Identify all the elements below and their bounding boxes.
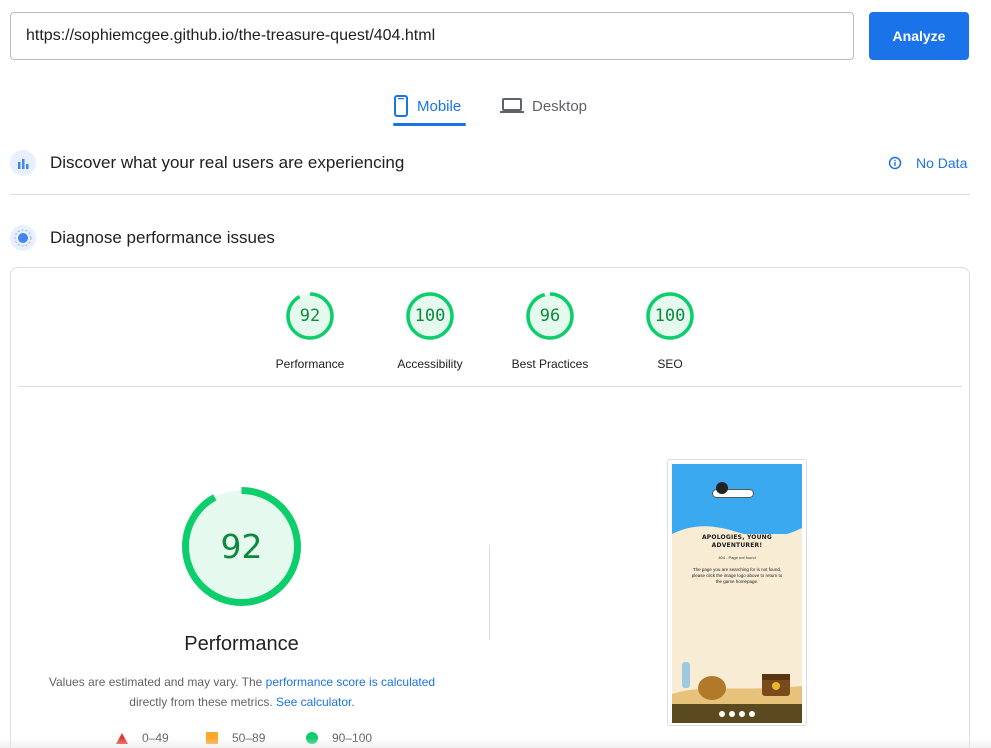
gauge-seo-value: 100 <box>654 306 686 326</box>
users-chart-icon <box>10 150 36 176</box>
treasure-illustration <box>672 662 802 704</box>
gauge-performance-value: 92 <box>299 306 321 326</box>
instagram-icon <box>749 710 755 717</box>
screenshot-screen: APOLOGIES, YOUNG ADVENTURER! 404 - Page … <box>672 464 802 723</box>
smartphone-icon <box>394 95 408 117</box>
gauge-best-practices-value: 96 <box>539 306 561 326</box>
laptop-icon <box>500 98 524 113</box>
performance-score-large: 92 <box>220 527 263 566</box>
gauge-best-practices-label: Best Practices <box>511 357 589 371</box>
gauge-seo[interactable]: 100 SEO <box>610 291 730 371</box>
gauge-performance-label: Performance <box>275 357 345 371</box>
gauge-accessibility-value: 100 <box>414 306 446 326</box>
gauge-accessibility[interactable]: 100 Accessibility <box>370 291 490 371</box>
no-data-label: No Data <box>916 155 968 171</box>
pirate-icon <box>716 482 728 494</box>
lighthouse-icon <box>10 225 36 251</box>
disclaimer-text-middle: directly from these metrics. <box>129 695 276 709</box>
performance-title: Performance <box>184 633 299 655</box>
linkedin-icon <box>739 710 745 717</box>
gauge-best-practices[interactable]: 96 Best Practices <box>490 291 610 371</box>
info-icon <box>888 156 902 170</box>
page-screenshot-thumbnail[interactable]: APOLOGIES, YOUNG ADVENTURER! 404 - Page … <box>667 459 807 726</box>
screenshot-subtitle: 404 - Page not found <box>718 555 756 560</box>
card-divider <box>18 386 962 387</box>
scroll-shadow <box>0 738 991 748</box>
url-input[interactable] <box>10 12 854 60</box>
screenshot-footer <box>672 704 802 723</box>
gauge-performance[interactable]: 92 Performance <box>250 291 370 371</box>
screenshot-body: The page you are searching for is not fo… <box>691 567 783 584</box>
disclaimer-text-prefix: Values are estimated and may vary. The <box>48 675 266 689</box>
twitter-icon <box>729 710 735 717</box>
score-calculated-link[interactable]: performance score is calculated <box>266 675 435 689</box>
gauge-accessibility-label: Accessibility <box>397 357 463 371</box>
vertical-divider <box>489 545 490 640</box>
tab-mobile-label: Mobile <box>417 97 462 115</box>
gauge-seo-label: SEO <box>657 357 683 371</box>
tab-mobile[interactable]: Mobile <box>393 86 461 126</box>
tab-desktop-label: Desktop <box>532 97 588 115</box>
tab-active-indicator <box>393 123 466 126</box>
screenshot-heading: APOLOGIES, YOUNG ADVENTURER! <box>701 534 773 549</box>
tab-desktop[interactable]: Desktop <box>500 86 587 126</box>
diagnose-title: Diagnose performance issues <box>50 228 275 247</box>
field-data-title: Discover what your real users are experi… <box>50 153 405 172</box>
field-data-section: Discover what your real users are experi… <box>10 150 404 176</box>
see-calculator-link[interactable]: See calculator <box>276 695 351 709</box>
diagnose-section: Diagnose performance issues <box>10 225 275 251</box>
disclaimer-text-suffix: . <box>351 695 355 709</box>
no-data-link[interactable]: No Data <box>888 155 967 171</box>
facebook-icon <box>719 710 725 717</box>
section-divider <box>10 194 970 195</box>
analyze-button[interactable]: Analyze <box>869 12 969 60</box>
performance-disclaimer: Values are estimated and may vary. The p… <box>40 672 444 712</box>
